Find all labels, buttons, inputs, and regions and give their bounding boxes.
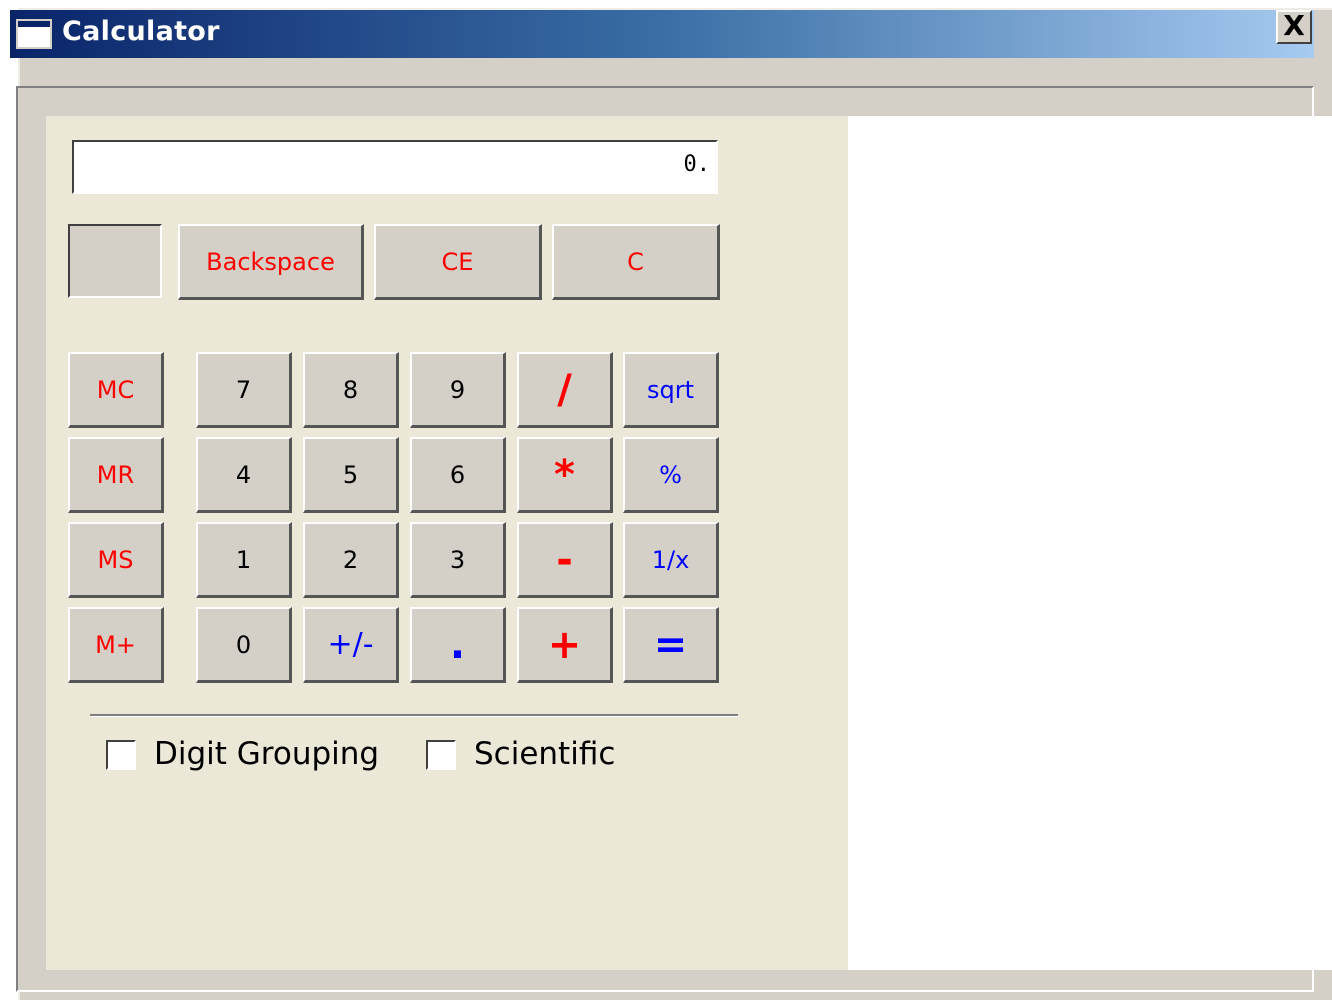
- memory-clear-button[interactable]: MC: [68, 352, 164, 428]
- digit-3-button[interactable]: 3: [410, 522, 506, 598]
- divide-button[interactable]: /: [517, 352, 613, 428]
- digit-9-button[interactable]: 9: [410, 352, 506, 428]
- clear-entry-button[interactable]: CE: [374, 224, 542, 300]
- memory-add-button[interactable]: M+: [68, 607, 164, 683]
- scientific-checkbox[interactable]: [426, 740, 456, 770]
- result-display[interactable]: 0.: [72, 140, 718, 194]
- title-bar[interactable]: Calculator: [10, 10, 1314, 58]
- add-button[interactable]: +: [517, 607, 613, 683]
- multiply-button[interactable]: *: [517, 437, 613, 513]
- digit-1-button[interactable]: 1: [196, 522, 292, 598]
- equals-button[interactable]: =: [623, 607, 719, 683]
- digit-grouping-label[interactable]: Digit Grouping: [154, 736, 379, 772]
- blank-area: [848, 116, 1332, 970]
- backspace-button[interactable]: Backspace: [178, 224, 364, 300]
- subtract-button[interactable]: -: [517, 522, 613, 598]
- clear-button[interactable]: C: [552, 224, 720, 300]
- digit-7-button[interactable]: 7: [196, 352, 292, 428]
- memory-recall-button[interactable]: MR: [68, 437, 164, 513]
- reciprocal-button[interactable]: 1/x: [623, 522, 719, 598]
- memory-store-button[interactable]: MS: [68, 522, 164, 598]
- calculator-app-icon: [16, 19, 52, 49]
- digit-grouping-checkbox[interactable]: [106, 740, 136, 770]
- digit-0-button[interactable]: 0: [196, 607, 292, 683]
- percent-button[interactable]: %: [623, 437, 719, 513]
- digit-2-button[interactable]: 2: [303, 522, 399, 598]
- options-divider: [90, 714, 738, 717]
- digit-4-button[interactable]: 4: [196, 437, 292, 513]
- negate-button[interactable]: +/-: [303, 607, 399, 683]
- digit-6-button[interactable]: 6: [410, 437, 506, 513]
- close-button[interactable]: X: [1276, 10, 1312, 44]
- scientific-label[interactable]: Scientific: [474, 736, 615, 772]
- sqrt-button[interactable]: sqrt: [623, 352, 719, 428]
- memory-indicator: [68, 224, 162, 298]
- window-title: Calculator: [62, 16, 220, 47]
- decimal-point-button[interactable]: .: [410, 607, 506, 683]
- digit-5-button[interactable]: 5: [303, 437, 399, 513]
- digit-8-button[interactable]: 8: [303, 352, 399, 428]
